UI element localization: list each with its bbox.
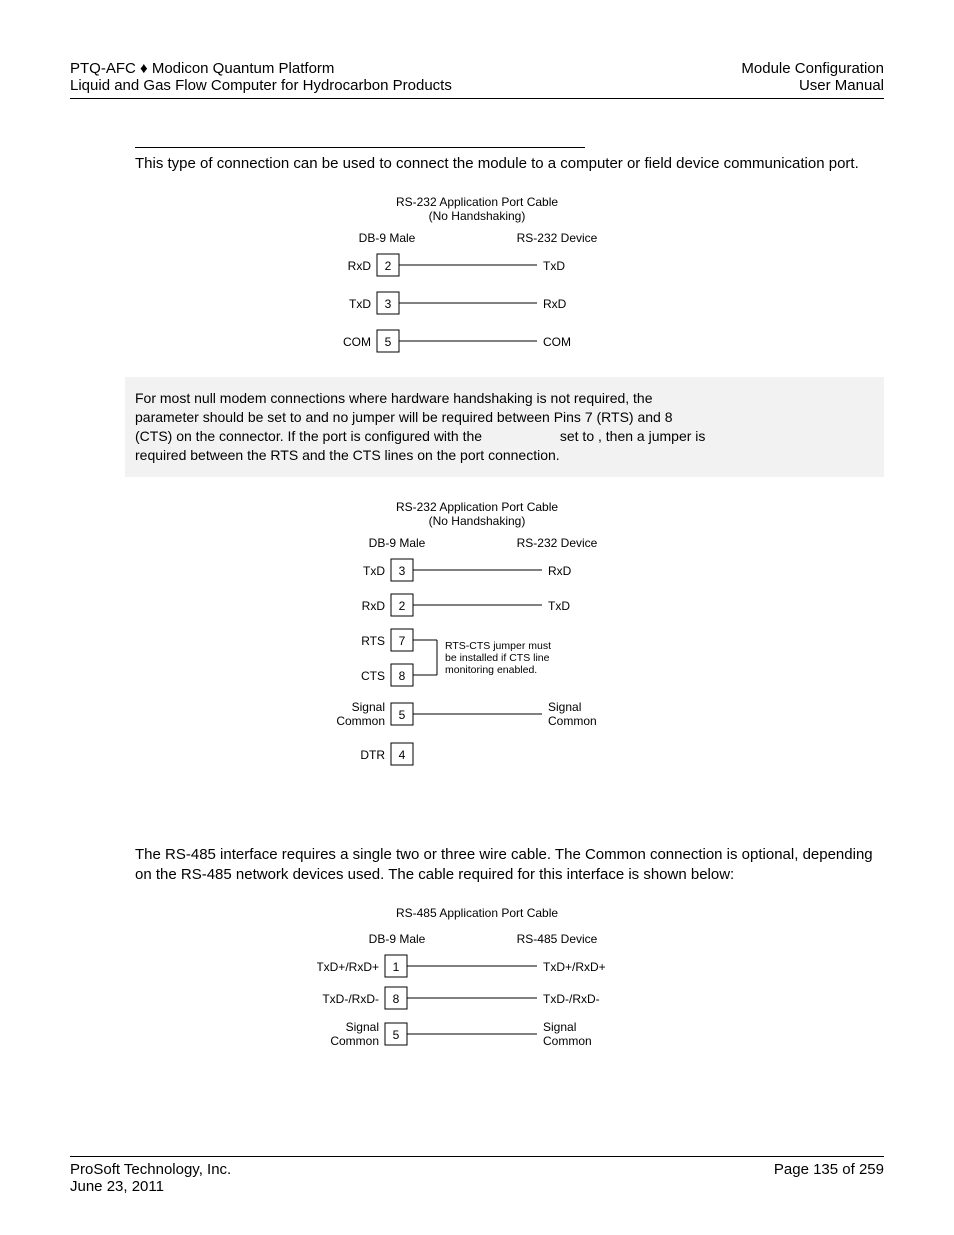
svg-text:3: 3	[399, 564, 406, 578]
svg-text:RxD: RxD	[543, 297, 567, 311]
svg-text:monitoring enabled.: monitoring enabled.	[445, 664, 537, 676]
svg-text:DTR: DTR	[360, 748, 385, 762]
diagram-rs485: RS-485 Application Port Cable DB-9 Male …	[70, 903, 884, 1073]
svg-text:4: 4	[399, 748, 406, 762]
svg-text:2: 2	[385, 259, 392, 273]
section-heading-underline	[135, 129, 585, 148]
section3-paragraph: The RS-485 interface requires a single t…	[135, 845, 884, 886]
note-box: For most null modem connections where ha…	[125, 377, 884, 477]
header-right-line1: Module Configuration	[741, 60, 884, 77]
svg-text:TxD+/RxD+: TxD+/RxD+	[543, 960, 606, 974]
svg-text:TxD: TxD	[363, 564, 385, 578]
svg-text:RS-485 Application Port Cable: RS-485 Application Port Cable	[396, 906, 558, 920]
svg-text:Common: Common	[548, 714, 597, 728]
svg-text:TxD: TxD	[548, 599, 570, 613]
svg-text:RxD: RxD	[362, 599, 386, 613]
svg-text:RS-232 Device: RS-232 Device	[517, 231, 598, 245]
svg-text:5: 5	[385, 335, 392, 349]
svg-text:Common: Common	[543, 1034, 592, 1048]
svg-text:TxD-/RxD-: TxD-/RxD-	[322, 992, 379, 1006]
header-left-line2: Liquid and Gas Flow Computer for Hydroca…	[70, 77, 452, 94]
svg-text:8: 8	[399, 669, 406, 683]
svg-text:TxD-/RxD-: TxD-/RxD-	[543, 992, 600, 1006]
svg-text:RS-232 Application Port Cable: RS-232 Application Port Cable	[396, 500, 558, 514]
footer-date: June 23, 2011	[70, 1178, 231, 1195]
svg-text:TxD: TxD	[349, 297, 371, 311]
svg-text:RS-232 Device: RS-232 Device	[517, 536, 598, 550]
svg-text:2: 2	[399, 599, 406, 613]
svg-text:Signal: Signal	[352, 700, 385, 714]
section1-paragraph: This type of connection can be used to c…	[135, 154, 884, 174]
svg-text:RxD: RxD	[548, 564, 572, 578]
svg-text:5: 5	[399, 708, 406, 722]
svg-text:TxD: TxD	[543, 259, 565, 273]
header-right-line2: User Manual	[741, 77, 884, 94]
svg-text:8: 8	[393, 992, 400, 1006]
svg-text:RS-485 Device: RS-485 Device	[517, 932, 598, 946]
page-header: PTQ-AFC ♦ Modicon Quantum Platform Liqui…	[70, 60, 884, 99]
svg-text:CTS: CTS	[361, 669, 385, 683]
svg-text:be installed if CTS line: be installed if CTS line	[445, 652, 550, 664]
footer-company: ProSoft Technology, Inc.	[70, 1161, 231, 1178]
svg-text:5: 5	[393, 1028, 400, 1042]
svg-text:RTS-CTS jumper must: RTS-CTS jumper must	[445, 640, 551, 652]
page-footer: ProSoft Technology, Inc. June 23, 2011 P…	[70, 1156, 884, 1195]
svg-text:TxD+/RxD+: TxD+/RxD+	[317, 960, 379, 974]
svg-text:1: 1	[393, 960, 400, 974]
svg-text:(No Handshaking): (No Handshaking)	[429, 514, 526, 528]
svg-text:Common: Common	[330, 1034, 379, 1048]
footer-page: Page 135 of 259	[774, 1161, 884, 1195]
svg-text:COM: COM	[543, 335, 571, 349]
svg-text:Signal: Signal	[346, 1020, 379, 1034]
svg-text:RxD: RxD	[348, 259, 372, 273]
diagram-rs232-simple: RS-232 Application Port Cable (No Handsh…	[70, 192, 884, 357]
svg-text:DB-9 Male: DB-9 Male	[369, 932, 426, 946]
header-left-line1: PTQ-AFC ♦ Modicon Quantum Platform	[70, 60, 452, 77]
svg-text:RTS: RTS	[361, 634, 385, 648]
svg-text:3: 3	[385, 297, 392, 311]
svg-text:RS-232 Application Port Cable: RS-232 Application Port Cable	[396, 195, 558, 209]
svg-text:(No Handshaking): (No Handshaking)	[429, 209, 526, 223]
svg-text:Common: Common	[336, 714, 385, 728]
svg-text:DB-9 Male: DB-9 Male	[369, 536, 426, 550]
svg-text:Signal: Signal	[548, 700, 581, 714]
diagram-rs232-handshake: RS-232 Application Port Cable (No Handsh…	[70, 497, 884, 797]
svg-text:Signal: Signal	[543, 1020, 576, 1034]
svg-text:DB-9 Male: DB-9 Male	[359, 231, 416, 245]
svg-text:COM: COM	[343, 335, 371, 349]
svg-text:7: 7	[399, 634, 406, 648]
